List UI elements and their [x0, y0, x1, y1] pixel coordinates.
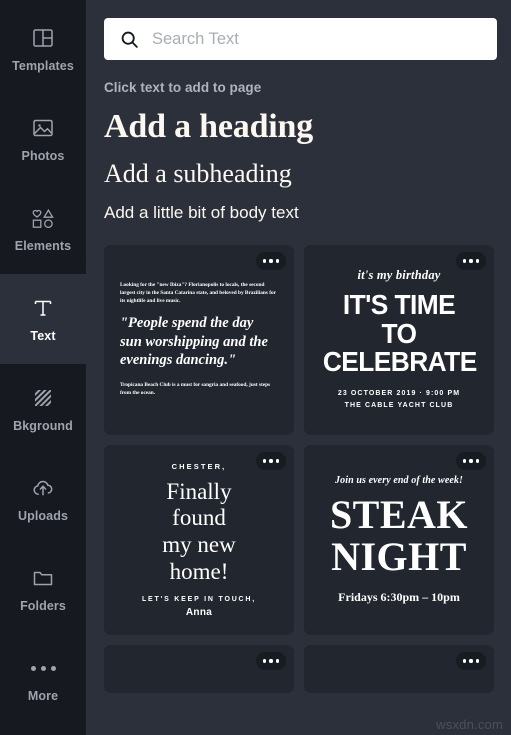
sidebar-item-label: Text [30, 329, 56, 344]
photos-icon [30, 115, 56, 141]
sidebar-item-label: Uploads [17, 509, 68, 524]
search-icon [118, 28, 140, 50]
template-card-travel-quote[interactable]: Looking for the "new Ibiza"? Florianopol… [104, 245, 294, 435]
sidebar-item-photos[interactable]: Photos [0, 94, 86, 184]
card-footnote-text: Tropicana Beach Club is a must for sangr… [120, 381, 271, 396]
template-card-new-home[interactable]: CHESTER, Finally found my new home! LET'… [104, 445, 294, 635]
template-card-partial-right[interactable] [304, 645, 494, 693]
card-headline-line1: IT'S TIME TO [342, 289, 456, 349]
elements-icon [30, 205, 56, 231]
card-script-text: it's my birthday [357, 268, 441, 283]
more-dots-icon [30, 655, 56, 681]
text-preset-body[interactable]: Add a little bit of body text [104, 204, 511, 223]
folders-icon [30, 565, 56, 591]
card-headline-line4: home! [169, 558, 229, 584]
card-signoff-text: LET'S KEEP IN TOUCH, [141, 596, 257, 604]
sidebar-item-label: More [27, 689, 59, 704]
card-headline-line3: my new [162, 532, 236, 557]
sidebar-item-templates[interactable]: Templates [0, 4, 86, 94]
watermark: wsxdn.com [436, 717, 503, 732]
text-preset-heading[interactable]: Add a heading [104, 108, 511, 146]
card-top-text: Join us every end of the week! [335, 475, 463, 486]
card-meta-line2: THE CABLE YACHT CLUB [344, 401, 454, 409]
sidebar-item-label: Photos [21, 149, 65, 164]
sidebar-item-label: Elements [14, 239, 72, 254]
sidebar-item-uploads[interactable]: Uploads [0, 454, 86, 544]
card-headline-line2: CELEBRATE [322, 346, 477, 378]
left-sidebar: Templates Photos Elements Text Bkground … [0, 0, 86, 735]
text-icon [30, 295, 56, 321]
card-signature-name: Anna [185, 607, 213, 619]
text-panel: Click text to add to page Add a heading … [86, 0, 511, 735]
template-card-partial-left[interactable] [104, 645, 294, 693]
panel-hint: Click text to add to page [104, 80, 262, 95]
card-more-dots-icon[interactable] [456, 252, 486, 270]
card-headline-line1: Finally [166, 478, 232, 504]
card-quote-text: "People spend the day sun worshipping an… [120, 315, 268, 369]
sidebar-item-folders[interactable]: Folders [0, 544, 86, 634]
card-more-dots-icon[interactable] [256, 452, 286, 470]
sidebar-item-label: Folders [20, 599, 66, 614]
search-input[interactable] [152, 18, 497, 60]
card-more-dots-icon[interactable] [256, 652, 286, 670]
card-meta-line1: 23 OCTOBER 2019 · 9:00 PM [337, 389, 461, 397]
background-icon [30, 385, 56, 411]
canva-text-panel-app: Templates Photos Elements Text Bkground … [0, 0, 511, 735]
sidebar-item-bkground[interactable]: Bkground [0, 364, 86, 454]
sidebar-item-more[interactable]: More [0, 634, 86, 724]
card-more-dots-icon[interactable] [256, 252, 286, 270]
template-card-birthday-invite[interactable]: it's my birthday IT'S TIME TO CELEBRATE … [304, 245, 494, 435]
card-headline-line2: NIGHT [331, 534, 467, 579]
card-headline-line2: found [172, 505, 226, 531]
templates-icon [30, 25, 56, 51]
card-more-dots-icon[interactable] [456, 652, 486, 670]
card-intro-text: Looking for the "new Ibiza"? Florianopol… [120, 282, 276, 305]
search-bar[interactable] [104, 18, 497, 60]
sidebar-item-label: Bkground [13, 419, 73, 434]
card-headline-line1: STEAK [329, 492, 469, 537]
sidebar-item-label: Templates [12, 59, 74, 74]
card-meta-text: Fridays 6:30pm – 10pm [338, 590, 460, 604]
card-more-dots-icon[interactable] [456, 452, 486, 470]
sidebar-item-text[interactable]: Text [0, 260, 86, 378]
text-preset-subheading[interactable]: Add a subheading [104, 159, 511, 189]
uploads-icon [30, 475, 56, 501]
template-card-steak-night[interactable]: Join us every end of the week! STEAK NIG… [304, 445, 494, 635]
template-grid: Looking for the "new Ibiza"? Florianopol… [104, 245, 504, 693]
